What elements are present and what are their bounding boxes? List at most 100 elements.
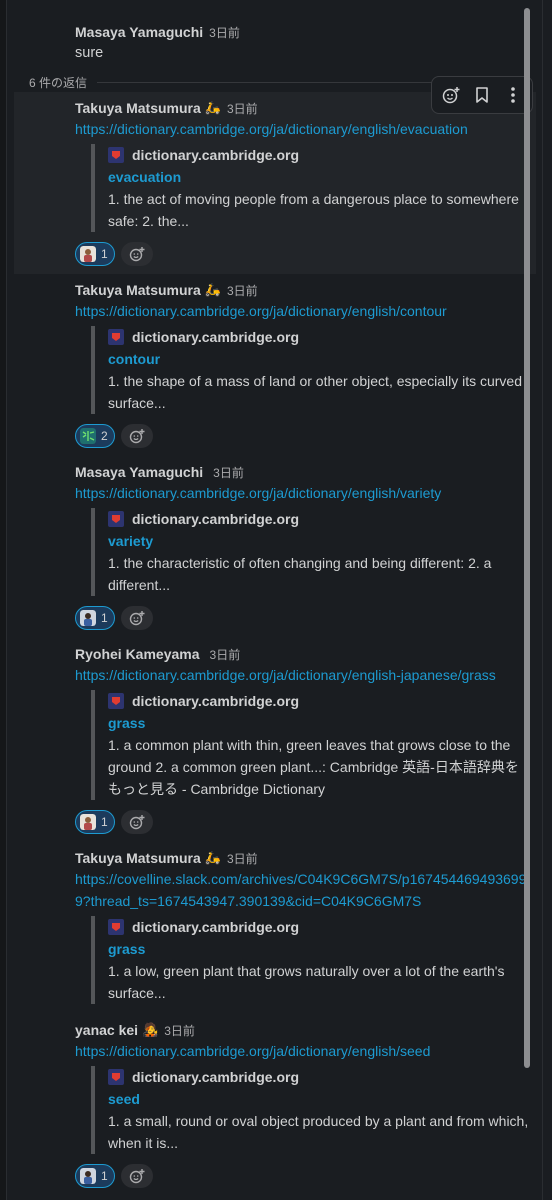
unfurl-description: 1. a small, round or oval object produce… — [108, 1113, 529, 1151]
cambridge-site-icon — [108, 511, 124, 527]
author-name[interactable]: Masaya Yamaguchi — [75, 464, 203, 480]
cambridge-site-icon — [108, 147, 124, 163]
unfurl-site-name: dictionary.cambridge.org — [132, 147, 299, 163]
message-link[interactable]: https://dictionary.cambridge.org/ja/dict… — [75, 300, 536, 322]
link-unfurl: dictionary.cambridge.org variety 1. the … — [91, 508, 531, 596]
message-link[interactable]: https://dictionary.cambridge.org/ja/dict… — [75, 1040, 536, 1062]
link-unfurl: dictionary.cambridge.org grass 1. a comm… — [91, 690, 531, 800]
timestamp[interactable]: 3日前 — [209, 24, 240, 41]
cambridge-site-icon — [108, 693, 124, 709]
unfurl-site-name: dictionary.cambridge.org — [132, 1069, 299, 1085]
reaction-count: 1 — [101, 611, 108, 625]
person-emoji-icon — [80, 814, 96, 830]
unfurl-description: 1. the shape of a mass of land or other … — [108, 373, 523, 411]
author-name[interactable]: Takuya Matsumura — [75, 282, 201, 298]
reply-message[interactable]: Takuya Matsumura 🛵 3日前 https://dictionar… — [14, 274, 536, 456]
message-link[interactable]: https://dictionary.cambridge.org/ja/dict… — [75, 482, 536, 504]
reply-message[interactable]: Takuya Matsumura 🛵 3日前 https://dictionar… — [14, 92, 536, 274]
add-reaction-icon — [129, 611, 145, 626]
reaction-pill[interactable]: 1 — [75, 1164, 115, 1188]
unfurl-description: 1. a low, green plant that grows natural… — [108, 963, 505, 1001]
reaction-count: 1 — [101, 1169, 108, 1183]
reply-message[interactable]: Masaya Yamaguchi 3日前 https://dictionary.… — [14, 456, 536, 638]
person-emoji-icon — [80, 1168, 96, 1184]
reaction-count: 1 — [101, 247, 108, 261]
add-reaction-button[interactable] — [120, 242, 153, 266]
link-unfurl: dictionary.cambridge.org grass 1. a low,… — [91, 916, 531, 1004]
message-link[interactable]: https://covelline.slack.com/archives/C04… — [75, 868, 536, 912]
more-actions-button[interactable] — [499, 81, 527, 109]
reply-message[interactable]: Takuya Matsumura 🛵 3日前 https://covelline… — [14, 842, 536, 1010]
bookmark-button[interactable] — [468, 81, 496, 109]
status-emoji: 🛵 — [204, 850, 221, 865]
unfurl-title[interactable]: grass — [108, 938, 531, 960]
scrollbar[interactable] — [524, 8, 530, 1068]
unfurl-description: 1. the characteristic of often changing … — [108, 555, 492, 593]
author-name[interactable]: Ryohei Kameyama — [75, 646, 200, 662]
unfurl-site-name: dictionary.cambridge.org — [132, 329, 299, 345]
timestamp[interactable]: 3日前 — [213, 464, 244, 481]
person-emoji-icon — [80, 246, 96, 262]
author-name[interactable]: Takuya Matsumura — [75, 850, 201, 866]
link-unfurl: dictionary.cambridge.org seed 1. a small… — [91, 1066, 531, 1154]
timestamp[interactable]: 3日前 — [210, 646, 241, 663]
custom-text-emoji-icon — [80, 428, 96, 444]
add-reaction-button[interactable] — [120, 1164, 153, 1188]
author-name[interactable]: yanac kei — [75, 1022, 138, 1038]
timestamp[interactable]: 3日前 — [227, 282, 258, 299]
reaction-pill[interactable]: 1 — [75, 242, 115, 266]
cambridge-site-icon — [108, 1069, 124, 1085]
add-reaction-button[interactable] — [437, 81, 465, 109]
unfurl-title[interactable]: contour — [108, 348, 531, 370]
unfurl-title[interactable]: variety — [108, 530, 531, 552]
bookmark-icon — [476, 87, 488, 103]
reply-message[interactable]: yanac kei 🧑‍🎤 3日前 https://dictionary.cam… — [14, 1014, 536, 1200]
author-name[interactable]: Masaya Yamaguchi — [75, 24, 203, 40]
more-vertical-icon — [510, 87, 515, 103]
message-actions-toolbar — [431, 76, 533, 114]
link-unfurl: dictionary.cambridge.org evacuation 1. t… — [91, 144, 531, 232]
status-emoji: 🛵 — [204, 100, 221, 115]
add-reaction-icon — [129, 429, 145, 444]
reaction-count: 2 — [101, 429, 108, 443]
reply-message[interactable]: Ryohei Kameyama 3日前 https://dictionary.c… — [14, 638, 536, 842]
reactions-bar: 1 — [75, 810, 536, 834]
reaction-pill[interactable]: 2 — [75, 424, 115, 448]
unfurl-site-name: dictionary.cambridge.org — [132, 511, 299, 527]
timestamp[interactable]: 3日前 — [164, 1022, 195, 1039]
add-reaction-icon — [443, 87, 460, 104]
unfurl-site-name: dictionary.cambridge.org — [132, 919, 299, 935]
reaction-pill[interactable]: 1 — [75, 810, 115, 834]
add-reaction-icon — [129, 1169, 145, 1184]
message-link[interactable]: https://dictionary.cambridge.org/ja/dict… — [75, 664, 536, 686]
reactions-bar: 1 — [75, 606, 536, 630]
message-link[interactable]: https://dictionary.cambridge.org/ja/dict… — [75, 118, 536, 140]
add-reaction-button[interactable] — [120, 424, 153, 448]
add-reaction-button[interactable] — [120, 606, 153, 630]
unfurl-description: 1. the act of moving people from a dange… — [108, 191, 519, 229]
parent-message[interactable]: Masaya Yamaguchi 3日前 sure — [14, 16, 536, 68]
reactions-bar: 2 — [75, 424, 536, 448]
add-reaction-icon — [129, 247, 145, 262]
status-emoji: 🧑‍🎤 — [142, 1022, 159, 1037]
unfurl-title[interactable]: grass — [108, 712, 531, 734]
add-reaction-icon — [129, 815, 145, 830]
add-reaction-button[interactable] — [120, 810, 153, 834]
timestamp[interactable]: 3日前 — [227, 100, 258, 117]
unfurl-title[interactable]: evacuation — [108, 166, 531, 188]
author-name[interactable]: Takuya Matsumura — [75, 100, 201, 116]
reaction-count: 1 — [101, 815, 108, 829]
timestamp[interactable]: 3日前 — [227, 850, 258, 867]
reaction-pill[interactable]: 1 — [75, 606, 115, 630]
link-unfurl: dictionary.cambridge.org contour 1. the … — [91, 326, 531, 414]
window-edge-left — [0, 0, 7, 1200]
unfurl-description: 1. a common plant with thin, green leave… — [108, 737, 519, 797]
unfurl-title[interactable]: seed — [108, 1088, 531, 1110]
person-emoji-icon — [80, 610, 96, 626]
reply-count: 6 件の返信 — [29, 75, 88, 90]
cambridge-site-icon — [108, 329, 124, 345]
thread-panel: Masaya Yamaguchi 3日前 sure 6 件の返信 Takuya … — [7, 0, 542, 1200]
reactions-bar: 1 — [75, 242, 536, 266]
reactions-bar: 1 — [75, 1164, 536, 1188]
message-text: sure — [75, 45, 104, 61]
